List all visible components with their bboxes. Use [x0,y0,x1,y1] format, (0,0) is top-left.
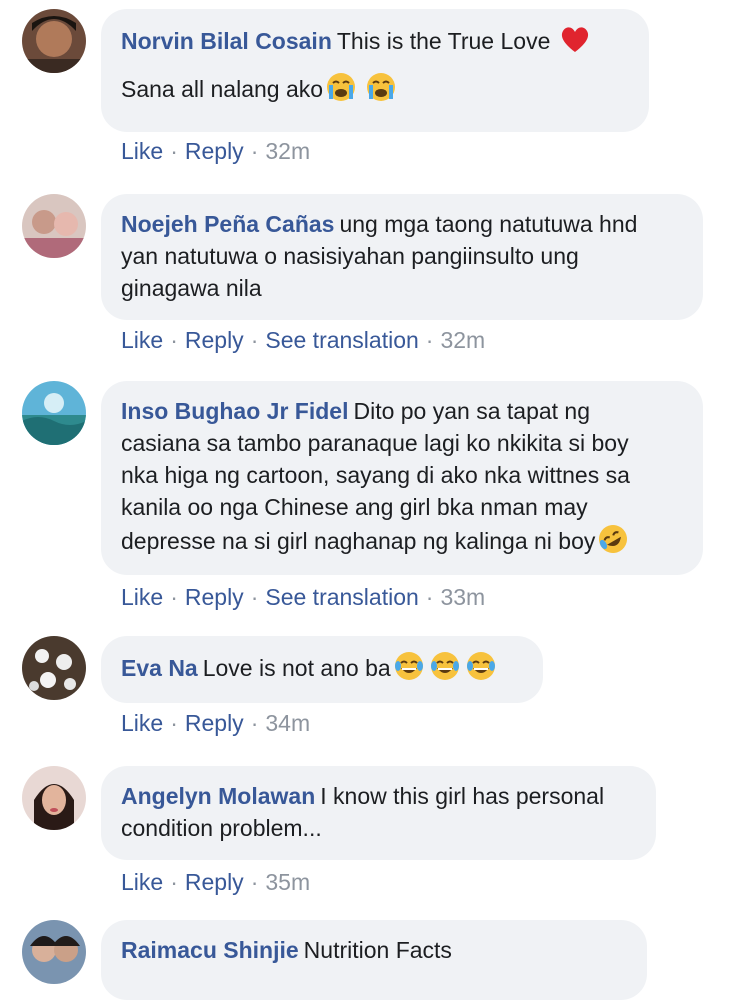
comment-text: I know this girl has personal [320,783,605,809]
separator: · [250,138,259,164]
separator: · [250,327,259,353]
comment-text: ung mga taong natutuwa hnd [339,211,638,237]
comment-bubble: Noejeh Peña Cañas ung mga taong natutuwa … [101,194,703,320]
separator: · [250,710,259,736]
comment-author[interactable]: Eva Na [121,655,198,681]
rolling-laughing-icon [597,523,629,555]
separator: · [425,584,434,610]
like-link[interactable]: Like [121,138,163,164]
comment-text: yan natutuwa o nasisiyahan pangiinsulto … [121,243,579,269]
avatar[interactable] [22,194,86,258]
comment-actions: Like · Reply · See translation · 32m [121,326,485,354]
comment-actions: Like · Reply · 35m [121,868,310,896]
comment-bubble: Inso Bughao Jr Fidel Dito po yan sa tapat… [101,381,703,575]
separator: · [170,710,178,736]
comment-text: condition problem... [121,815,322,841]
reply-link[interactable]: Reply [185,327,244,353]
separator: · [170,327,178,353]
comment-author[interactable]: Inso Bughao Jr Fidel [121,398,348,424]
comment-timestamp[interactable]: 34m [265,710,310,736]
comment-text: casiana sa tambo paranaque lagi ko nkiki… [121,430,629,456]
tears-of-joy-icon [429,650,461,682]
comment-text: depresse na si girl naghanap ng kalinga … [121,528,596,554]
reply-link[interactable]: Reply [185,138,244,164]
avatar[interactable] [22,381,86,445]
comment-timestamp[interactable]: 32m [440,327,485,353]
comment-author[interactable]: Noejeh Peña Cañas [121,211,334,237]
comment-text: Love is not ano ba [202,655,391,681]
comment-actions: Like · Reply · 32m [121,137,310,165]
like-link[interactable]: Like [121,710,163,736]
reply-link[interactable]: Reply [185,584,244,610]
loudly-crying-icon [325,71,357,103]
comment-bubble: Norvin Bilal Cosain This is the True Love… [101,9,649,132]
comment-timestamp[interactable]: 33m [440,584,485,610]
comment-actions: Like · Reply · 34m [121,709,310,737]
like-link[interactable]: Like [121,584,163,610]
separator: · [170,138,178,164]
avatar[interactable] [22,636,86,700]
tears-of-joy-icon [393,650,425,682]
see-translation-link[interactable]: See translation [265,327,418,353]
loudly-crying-icon [365,71,397,103]
like-link[interactable]: Like [121,327,163,353]
comment-author[interactable]: Angelyn Molawan [121,783,315,809]
comment-bubble: Eva Na Love is not ano ba [101,636,543,703]
comment-text: ginagawa nila [121,275,262,301]
comment-text: This is the True Love [336,28,551,54]
separator: · [170,869,178,895]
reply-link[interactable]: Reply [185,869,244,895]
separator: · [170,584,178,610]
comment-text: Sana all nalang ako [121,76,324,102]
separator: · [425,327,434,353]
avatar[interactable] [22,766,86,830]
comment-text: Nutrition Facts [303,937,452,963]
comment-timestamp[interactable]: 32m [265,138,310,164]
comment-bubble: Angelyn Molawan I know this girl has pers… [101,766,656,860]
comment-text: kanila oo nga Chinese ang girl bka nman … [121,494,588,520]
comment-text: Dito po yan sa tapat ng [353,398,591,424]
see-translation-link[interactable]: See translation [265,584,418,610]
comment-author[interactable]: Raimacu Shinjie [121,937,299,963]
comment-bubble: Raimacu Shinjie Nutrition Facts [101,920,647,1000]
separator: · [250,584,259,610]
red-heart-icon [559,23,591,55]
like-link[interactable]: Like [121,869,163,895]
comment-author[interactable]: Norvin Bilal Cosain [121,28,332,54]
comment-timestamp[interactable]: 35m [265,869,310,895]
reply-link[interactable]: Reply [185,710,244,736]
tears-of-joy-icon [465,650,497,682]
comment-text: nka higa ng cartoon, sayang di ako nka w… [121,462,630,488]
avatar[interactable] [22,9,86,73]
avatar[interactable] [22,920,86,984]
separator: · [250,869,259,895]
comment-actions: Like · Reply · See translation · 33m [121,583,485,611]
